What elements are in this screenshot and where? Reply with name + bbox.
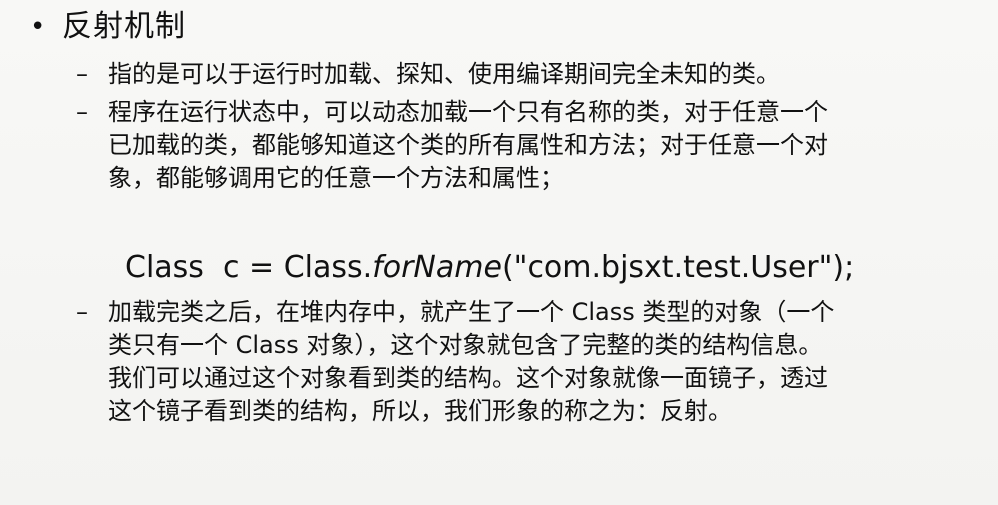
code-method: forName xyxy=(372,250,502,285)
bullet-dot-icon: • xyxy=(30,12,46,42)
sub-bullet-2: – 程序在运行状态中，可以动态加载一个只有名称的类，对于任意一个 已加载的类，都… xyxy=(76,96,968,195)
main-bullet: • 反射机制 xyxy=(30,8,186,46)
code-prefix: Class c = Class. xyxy=(125,250,373,285)
slide-heading: 反射机制 xyxy=(62,9,186,44)
sub-bullet-text: 指的是可以于运行时加载、探知、使用编译期间完全未知的类。 xyxy=(108,60,780,88)
sub-bullet-text: 加载完类之后，在堆内存中，就产生了一个 Class 类型的对象（一个 类只有一个… xyxy=(108,298,835,425)
code-suffix: ("com.bjsxt.test.User"); xyxy=(501,250,855,285)
sub-bullet-1: – 指的是可以于运行时加载、探知、使用编译期间完全未知的类。 xyxy=(76,58,968,91)
code-line: Class c = Class.forName("com.bjsxt.test.… xyxy=(125,248,854,288)
sub-bullet-3: – 加载完类之后，在堆内存中，就产生了一个 Class 类型的对象（一个 类只有… xyxy=(76,296,968,428)
dash-icon: – xyxy=(76,60,88,88)
sub-bullet-text: 程序在运行状态中，可以动态加载一个只有名称的类，对于任意一个 已加载的类，都能够… xyxy=(108,98,828,192)
dash-icon: – xyxy=(76,98,88,126)
slide: • 反射机制 – 指的是可以于运行时加载、探知、使用编译期间完全未知的类。 – … xyxy=(0,0,998,505)
dash-icon: – xyxy=(76,298,88,326)
